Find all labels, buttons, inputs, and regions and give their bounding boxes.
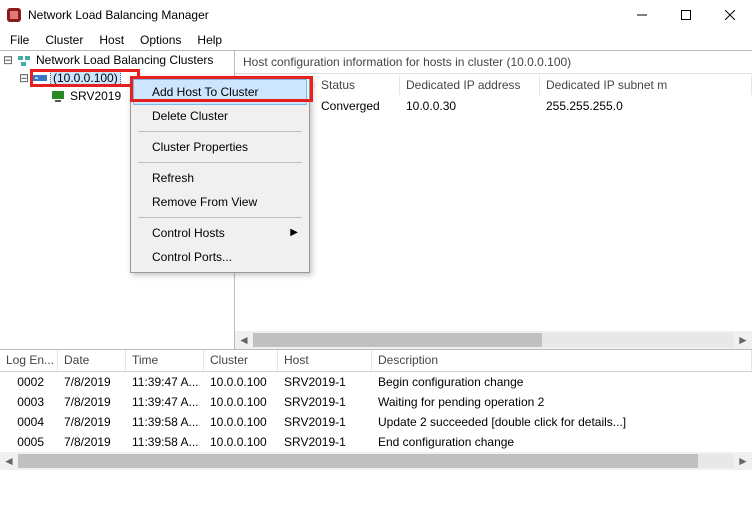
info-header: Host configuration information for hosts…	[235, 51, 752, 74]
menu-control-hosts-label: Control Hosts	[152, 226, 225, 240]
collapse-icon[interactable]: ⊟	[18, 71, 30, 85]
host-row[interactable]: Ethernet0) Converged 10.0.0.30 255.255.2…	[235, 96, 752, 116]
app-icon	[6, 7, 22, 23]
log-cell-time: 11:39:58 A...	[126, 412, 204, 432]
log-cell-desc: Begin configuration change	[372, 372, 752, 392]
menu-help[interactable]: Help	[191, 31, 228, 49]
column-headers: Status Dedicated IP address Dedicated IP…	[235, 74, 752, 96]
menubar: File Cluster Host Options Help	[0, 30, 752, 50]
log-cell-host: SRV2019-1	[278, 392, 372, 412]
log-cell-entry: 0004	[0, 412, 58, 432]
log-cell-cluster: 10.0.0.100	[204, 432, 278, 452]
scroll-right-icon[interactable]: ►	[734, 454, 752, 468]
log-cell-entry: 0002	[0, 372, 58, 392]
scroll-left-icon[interactable]: ◄	[0, 454, 18, 468]
menu-cluster-properties[interactable]: Cluster Properties	[134, 135, 306, 159]
log-cell-date: 7/8/2019	[58, 432, 126, 452]
log-row[interactable]: 00027/8/201911:39:47 A...10.0.0.100SRV20…	[0, 372, 752, 392]
col-status[interactable]: Status	[315, 75, 400, 95]
log-col-cluster[interactable]: Cluster	[204, 350, 278, 371]
log-row[interactable]: 00047/8/201911:39:58 A...10.0.0.100SRV20…	[0, 412, 752, 432]
scroll-left-icon[interactable]: ◄	[235, 333, 253, 347]
log-cell-time: 11:39:47 A...	[126, 392, 204, 412]
menu-remove-view[interactable]: Remove From View	[134, 190, 306, 214]
log-col-date[interactable]: Date	[58, 350, 126, 371]
menu-separator	[138, 162, 302, 163]
log-cell-host: SRV2019-1	[278, 412, 372, 432]
log-headers: Log En... Date Time Cluster Host Descrip…	[0, 350, 752, 372]
log-cell-time: 11:39:58 A...	[126, 432, 204, 452]
log-cell-desc: End configuration change	[372, 432, 752, 452]
menu-cluster[interactable]: Cluster	[39, 31, 89, 49]
log-cell-date: 7/8/2019	[58, 412, 126, 432]
col-dmask[interactable]: Dedicated IP subnet m	[540, 75, 752, 95]
log-cell-date: 7/8/2019	[58, 372, 126, 392]
window-title: Network Load Balancing Manager	[28, 8, 620, 22]
cluster-icon	[32, 70, 48, 86]
submenu-arrow-icon: ▶	[290, 227, 298, 238]
menu-delete-cluster[interactable]: Delete Cluster	[134, 104, 306, 128]
log-cell-entry: 0005	[0, 432, 58, 452]
menu-control-hosts[interactable]: Control Hosts ▶	[134, 221, 306, 245]
close-button[interactable]	[708, 0, 752, 30]
cell-dmask: 255.255.255.0	[540, 97, 752, 115]
log-cell-date: 7/8/2019	[58, 392, 126, 412]
hscrollbar-log[interactable]: ◄ ►	[0, 452, 752, 470]
hscrollbar-right[interactable]: ◄ ►	[235, 331, 752, 349]
menu-control-ports[interactable]: Control Ports...	[134, 245, 306, 269]
minimize-button[interactable]	[620, 0, 664, 30]
cell-status: Converged	[315, 97, 400, 115]
log-cell-entry: 0003	[0, 392, 58, 412]
log-cell-cluster: 10.0.0.100	[204, 412, 278, 432]
col-dip[interactable]: Dedicated IP address	[400, 75, 540, 95]
cell-dip: 10.0.0.30	[400, 97, 540, 115]
tree-root[interactable]: Network Load Balancing Clusters	[34, 53, 215, 67]
scroll-right-icon[interactable]: ►	[734, 333, 752, 347]
log-col-entry[interactable]: Log En...	[0, 350, 58, 371]
log-cell-desc: Update 2 succeeded [double click for det…	[372, 412, 752, 432]
log-cell-cluster: 10.0.0.100	[204, 392, 278, 412]
log-row[interactable]: 00037/8/201911:39:47 A...10.0.0.100SRV20…	[0, 392, 752, 412]
menu-separator	[138, 217, 302, 218]
log-col-host[interactable]: Host	[278, 350, 372, 371]
menu-host[interactable]: Host	[93, 31, 130, 49]
log-col-time[interactable]: Time	[126, 350, 204, 371]
tree-cluster[interactable]: (10.0.0.100)	[50, 70, 121, 86]
menu-refresh[interactable]: Refresh	[134, 166, 306, 190]
log-cell-cluster: 10.0.0.100	[204, 372, 278, 392]
menu-options[interactable]: Options	[134, 31, 187, 49]
log-cell-host: SRV2019-1	[278, 432, 372, 452]
log-cell-host: SRV2019-1	[278, 372, 372, 392]
host-icon	[50, 88, 66, 104]
clusters-icon	[16, 52, 32, 68]
log-rows: 00027/8/201911:39:47 A...10.0.0.100SRV20…	[0, 372, 752, 452]
log-cell-desc: Waiting for pending operation 2	[372, 392, 752, 412]
right-panel: Host configuration information for hosts…	[235, 51, 752, 349]
titlebar: Network Load Balancing Manager	[0, 0, 752, 30]
menu-file[interactable]: File	[4, 31, 35, 49]
maximize-button[interactable]	[664, 0, 708, 30]
log-cell-time: 11:39:47 A...	[126, 372, 204, 392]
log-row[interactable]: 00057/8/201911:39:58 A...10.0.0.100SRV20…	[0, 432, 752, 452]
log-col-desc[interactable]: Description	[372, 350, 752, 371]
menu-separator	[138, 131, 302, 132]
tree-host[interactable]: SRV2019	[68, 89, 123, 103]
collapse-icon[interactable]: ⊟	[2, 53, 14, 67]
context-menu: Add Host To Cluster Delete Cluster Clust…	[130, 76, 310, 273]
menu-add-host[interactable]: Add Host To Cluster	[134, 80, 306, 104]
